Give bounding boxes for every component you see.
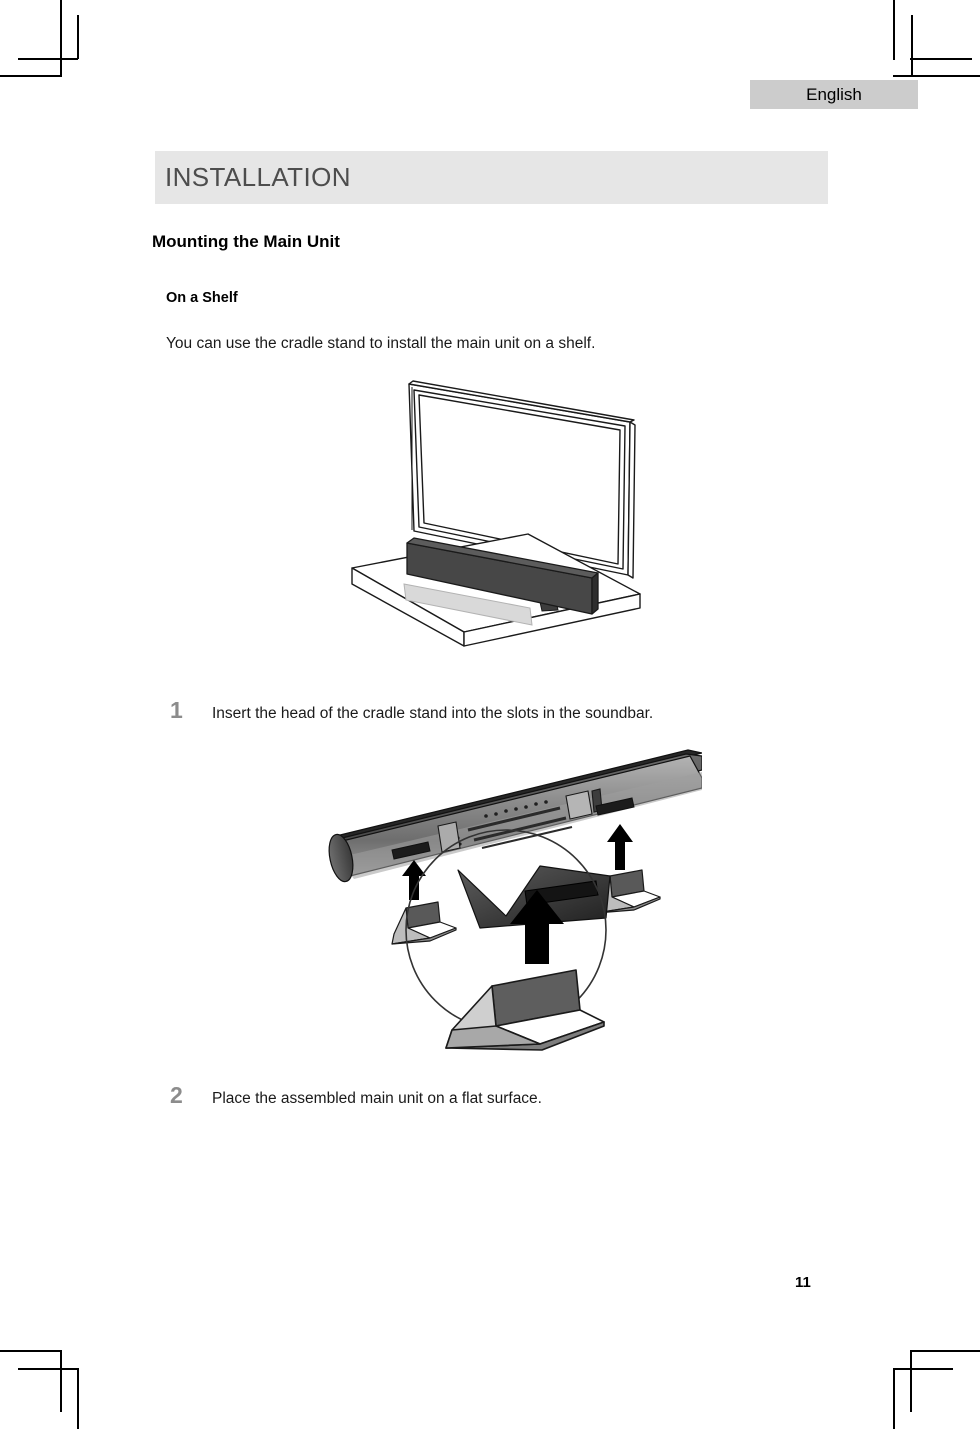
crop-mark-line — [893, 0, 895, 60]
crop-mark-line — [893, 75, 980, 77]
crop-mark-line — [18, 1368, 78, 1370]
page-number: 11 — [795, 1274, 811, 1291]
intro-paragraph: You can use the cradle stand to install … — [166, 335, 596, 352]
step-2-number: 2 — [170, 1082, 183, 1108]
crop-mark-line — [910, 58, 972, 60]
language-tab-label: English — [806, 84, 862, 104]
step-1-text: Insert the head of the cradle stand into… — [212, 705, 654, 722]
subheading-on-a-shelf: On a Shelf — [166, 290, 238, 306]
heading-mounting-the-main-unit: Mounting the Main Unit — [152, 232, 340, 251]
crop-mark-bottom-left — [0, 1320, 120, 1429]
crop-mark-line — [911, 15, 913, 77]
step-1-number: 1 — [170, 697, 183, 723]
step-1: 1 Insert the head of the cradle stand in… — [170, 697, 653, 724]
crop-mark-line — [77, 15, 79, 59]
tv-and-soundbar-on-shelf-illustration — [340, 378, 652, 650]
crop-mark-line — [77, 1368, 79, 1429]
step-2-text: Place the assembled main unit on a flat … — [212, 1090, 542, 1107]
step-2: 2 Place the assembled main unit on a fla… — [170, 1082, 542, 1109]
crop-mark-line — [0, 75, 62, 77]
crop-mark-line — [60, 1350, 62, 1412]
page-title: INSTALLATION — [165, 162, 351, 192]
crop-mark-bottom-right — [860, 1320, 980, 1429]
crop-mark-top-left — [0, 0, 120, 110]
crop-mark-line — [910, 1350, 912, 1412]
language-tab: English — [750, 80, 918, 109]
crop-mark-line — [893, 1368, 953, 1370]
crop-mark-line — [893, 1368, 895, 1429]
crop-mark-line — [0, 1350, 62, 1352]
soundbar-cradle-stand-insertion-illustration — [310, 748, 702, 1060]
section-title-band: INSTALLATION — [155, 151, 828, 204]
crop-mark-line — [910, 1350, 980, 1352]
crop-mark-line — [18, 58, 78, 60]
crop-mark-line — [60, 0, 62, 77]
